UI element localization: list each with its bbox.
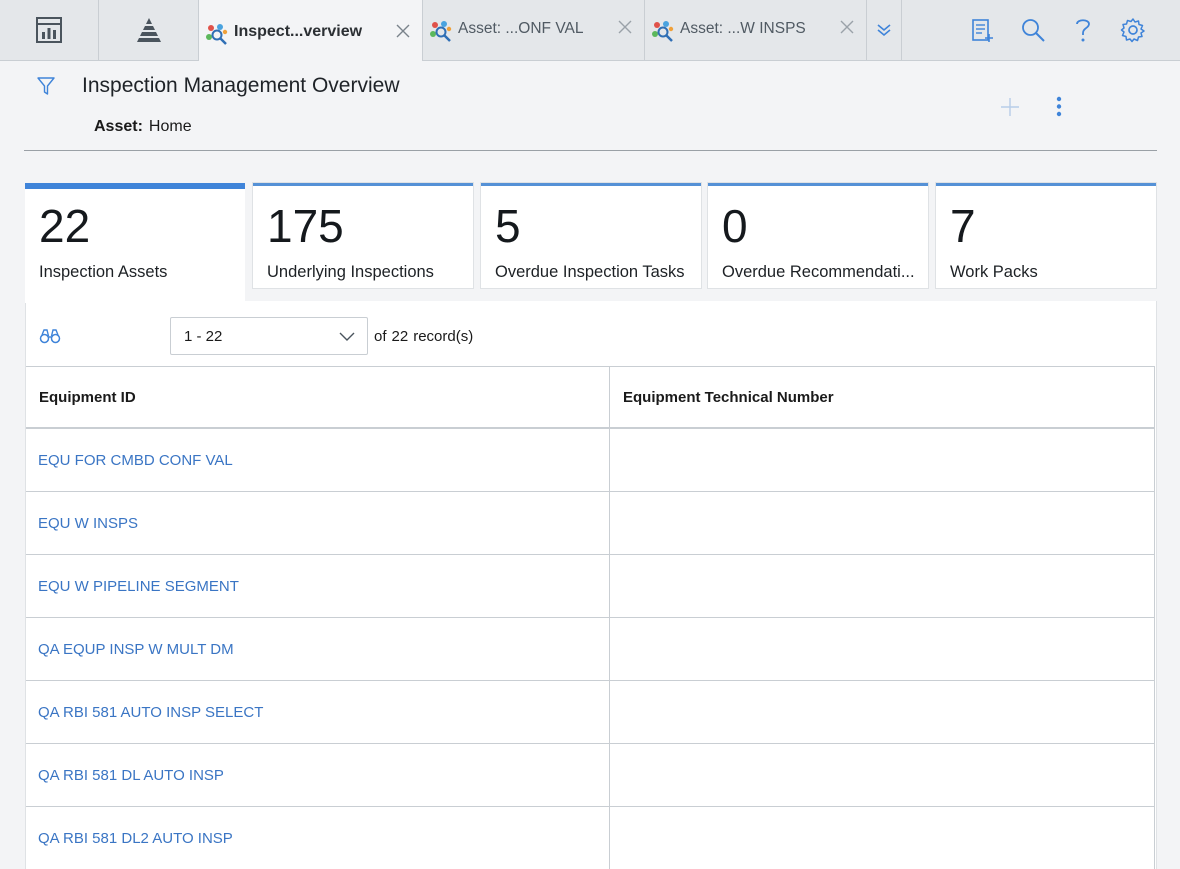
asset-value: Home (148, 118, 192, 135)
help-icon (1076, 19, 1090, 42)
grid-header: Equipment ID Equipment Technical Number (26, 366, 1155, 429)
column-header-equipment-technical-number[interactable]: Equipment Technical Number (610, 367, 1155, 427)
table-row: QA RBI 581 DL AUTO INSP (26, 744, 1155, 807)
record-range-value: 1 - 22 (184, 327, 223, 345)
equipment-technical-number (610, 681, 1155, 743)
chevron-down-icon (339, 332, 355, 341)
pyramid-icon (136, 18, 161, 42)
kpi-value: 0 (722, 200, 748, 252)
asset-context: Asset: Home (94, 118, 192, 136)
tab-asset-w-insps[interactable]: Asset: ...W INSPS (645, 0, 867, 60)
tab-label: Inspect...verview (234, 23, 363, 40)
record-count: of 22 record(s) (374, 328, 478, 345)
asset-label: Asset: (94, 118, 143, 135)
kpi-label: Overdue Inspection Tasks (495, 263, 685, 281)
kpi-value: 175 (267, 200, 344, 252)
inspection-network-icon (430, 21, 452, 42)
table-row: QA RBI 581 DL2 AUTO INSP (26, 807, 1155, 869)
dashboard-icon (36, 17, 62, 43)
equipment-grid: Equipment ID Equipment Technical Number … (26, 366, 1155, 869)
tab-inspection-overview[interactable]: Inspect...verview (199, 0, 423, 61)
equipment-id-link[interactable]: EQU FOR CMBD CONF VAL (26, 429, 610, 491)
double-chevron-down-icon (876, 24, 891, 37)
table-row: EQU FOR CMBD CONF VAL (26, 429, 1155, 492)
table-row: EQU W INSPS (26, 492, 1155, 555)
top-tab-bar: Inspect...verview Asset: ...ONF VAL Asse… (0, 0, 1180, 61)
column-header-equipment-id[interactable]: Equipment ID (26, 367, 610, 427)
equipment-id-link[interactable]: QA EQUP INSP W MULT DM (26, 618, 610, 680)
kpi-tile-overdue-inspection-tasks[interactable]: 5 Overdue Inspection Tasks (481, 183, 701, 288)
tab-asset-conf-val[interactable]: Asset: ...ONF VAL (423, 0, 645, 60)
kebab-icon[interactable] (1053, 96, 1065, 118)
table-row: EQU W PIPELINE SEGMENT (26, 555, 1155, 618)
records-panel: 1 - 22 of 22 record(s) Equipment ID Equipm… (25, 301, 1157, 869)
kpi-value: 22 (39, 200, 91, 252)
equipment-id-link[interactable]: QA RBI 581 DL2 AUTO INSP (26, 807, 610, 869)
equipment-id-link[interactable]: EQU W PIPELINE SEGMENT (26, 555, 610, 617)
equipment-technical-number (610, 492, 1155, 554)
tab-label: Asset: ...ONF VAL (458, 20, 584, 37)
kpi-tile-work-packs[interactable]: 7 Work Packs (936, 183, 1156, 288)
table-row: QA EQUP INSP W MULT DM (26, 618, 1155, 681)
kpi-tile-overdue-recommendations[interactable]: 0 Overdue Recommendati... (708, 183, 928, 288)
notes-button[interactable] (968, 16, 996, 44)
header-divider (24, 150, 1157, 151)
page-title: Inspection Management Overview (82, 74, 400, 97)
kpi-tile-inspection-assets[interactable]: 22 Inspection Assets (25, 183, 245, 303)
record-of: of (374, 328, 387, 345)
kpi-label: Work Packs (950, 263, 1038, 281)
kpi-label: Overdue Recommendati... (722, 263, 915, 281)
tab-overflow-button[interactable] (866, 0, 902, 60)
inspection-network-icon (206, 24, 228, 45)
equipment-technical-number (610, 555, 1155, 617)
filter-icon[interactable] (36, 76, 56, 96)
pyramid-nav-button[interactable] (99, 0, 199, 60)
settings-button[interactable] (1119, 16, 1147, 44)
close-icon[interactable] (394, 22, 412, 40)
inspection-network-icon (652, 21, 674, 42)
equipment-technical-number (610, 618, 1155, 680)
kpi-value: 5 (495, 200, 521, 252)
close-icon[interactable] (616, 18, 634, 36)
plus-icon[interactable] (999, 96, 1021, 118)
gear-icon (1120, 18, 1145, 43)
equipment-technical-number (610, 429, 1155, 491)
equipment-id-link[interactable]: EQU W INSPS (26, 492, 610, 554)
dashboard-nav-button[interactable] (0, 0, 99, 60)
clipboard-add-icon (972, 19, 993, 42)
equipment-technical-number (610, 807, 1155, 869)
kpi-label: Inspection Assets (39, 263, 168, 281)
equipment-id-link[interactable]: QA RBI 581 DL AUTO INSP (26, 744, 610, 806)
table-row: QA RBI 581 AUTO INSP SELECT (26, 681, 1155, 744)
kpi-label: Underlying Inspections (267, 263, 434, 281)
equipment-technical-number (610, 744, 1155, 806)
kpi-tile-underlying-inspections[interactable]: 175 Underlying Inspections (253, 183, 473, 288)
search-icon (1022, 19, 1045, 42)
record-total: 22 (391, 328, 409, 345)
record-range-select[interactable]: 1 - 22 (170, 317, 368, 355)
tab-label: Asset: ...W INSPS (680, 20, 806, 37)
close-icon[interactable] (838, 18, 856, 36)
search-button[interactable] (1019, 16, 1047, 44)
help-button[interactable] (1069, 16, 1097, 44)
binoculars-icon[interactable] (39, 328, 61, 344)
equipment-id-link[interactable]: QA RBI 581 AUTO INSP SELECT (26, 681, 610, 743)
kpi-value: 7 (950, 200, 976, 252)
record-suffix: record(s) (413, 328, 474, 345)
